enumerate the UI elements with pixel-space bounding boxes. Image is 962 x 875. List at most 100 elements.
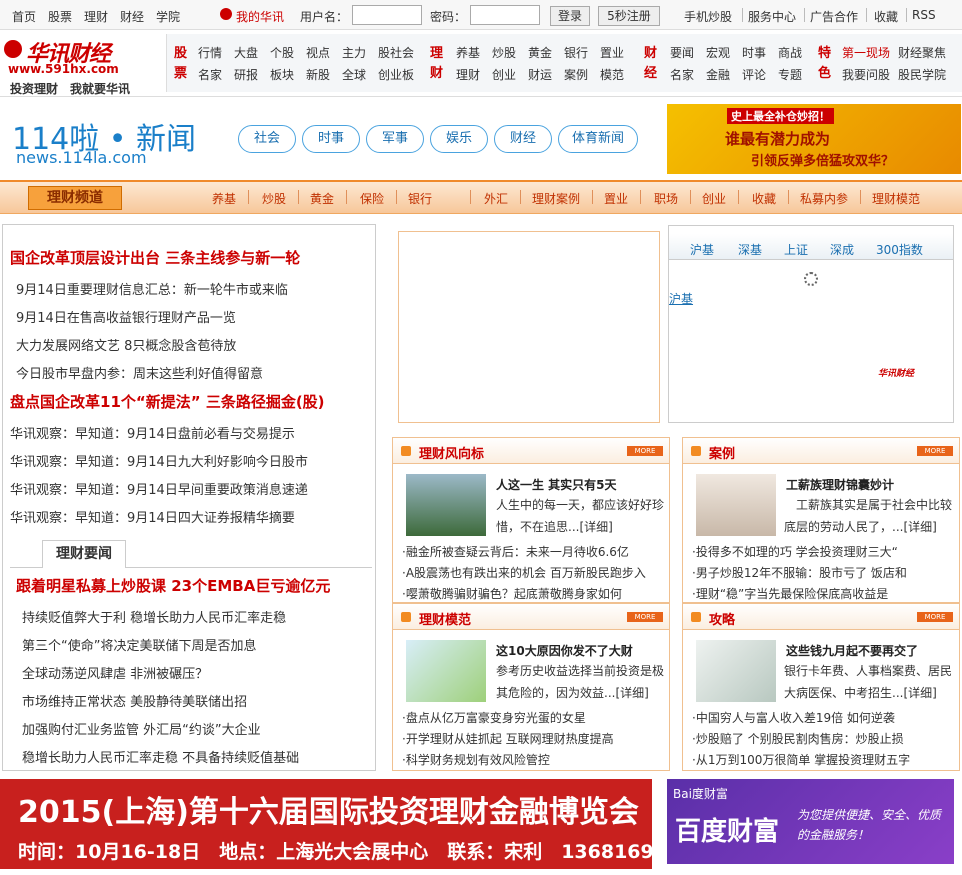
nav-item[interactable]: 商战 [778, 44, 802, 61]
nav-item[interactable]: 时事 [742, 44, 766, 61]
pill-military[interactable]: 军事 [366, 125, 424, 153]
nav-item[interactable]: 黄金 [528, 44, 552, 61]
channel-item[interactable]: 收藏 [752, 190, 776, 207]
top-link-economy[interactable]: 财经 [120, 8, 144, 25]
channel-item[interactable]: 养基 [212, 190, 236, 207]
register-button[interactable]: 5秒注册 [598, 6, 660, 26]
my-huaxun-link[interactable]: 我的华讯 [236, 8, 284, 25]
article-summary[interactable]: 工薪族其实是属于社会中比较底层的劳动人民了，...[详细] [784, 494, 958, 538]
top-link-mobile[interactable]: 手机炒股 [684, 8, 732, 25]
article-thumbnail[interactable] [406, 474, 486, 536]
section-title[interactable]: 理财模范 [419, 609, 471, 628]
nav-cat-economy[interactable]: 财经 [644, 44, 660, 84]
market-link[interactable]: 沪基 [669, 290, 693, 307]
nav-item[interactable]: 银行 [564, 44, 588, 61]
channel-item[interactable]: 创业 [702, 190, 726, 207]
expo-ad-banner[interactable]: 2015(上海)第十六届国际投资理财金融博览会 时间：10月16-18日 地点：… [0, 779, 707, 869]
channel-item[interactable]: 炒股 [262, 190, 286, 207]
top-link-ads[interactable]: 广告合作 [810, 8, 858, 25]
article-title[interactable]: 工薪族理财锦囊妙计 [786, 476, 894, 493]
nav-item[interactable]: 案例 [564, 66, 588, 83]
article-summary[interactable]: 参考历史收益选择当前投资是极其危险的，因为效益...[详细] [496, 660, 668, 704]
nav-item[interactable]: 评论 [742, 66, 766, 83]
username-input[interactable] [352, 5, 422, 25]
nav-item[interactable]: 名家 [670, 66, 694, 83]
article-thumbnail[interactable] [696, 640, 776, 702]
top-link-rss[interactable]: RSS [912, 8, 936, 22]
headline-link[interactable]: 跟着明星私募上炒股课 23个EMBA巨亏逾亿元 [16, 575, 330, 596]
nav-item[interactable]: 股社会 [378, 44, 414, 61]
channel-item[interactable]: 置业 [604, 190, 628, 207]
image-slider[interactable] [398, 231, 660, 423]
news-link[interactable]: 华讯观察：早知道：9月14日早间重要政策消息速递 [10, 479, 308, 498]
news-link[interactable]: 华讯观察：早知道：9月14日盘前必看与交易提示 [10, 423, 295, 442]
news-link[interactable]: 加强购付汇业务监管 外汇局“约谈”大企业 [22, 719, 261, 738]
nav-cat-finance[interactable]: 理财 [430, 44, 446, 84]
nav-item[interactable]: 第一现场 [842, 44, 890, 61]
channel-item[interactable]: 理财案例 [532, 190, 580, 207]
list-item[interactable]: ·中国穷人与富人收入差19倍 如何逆袭 [692, 709, 895, 726]
news-link[interactable]: 第三个“使命”将决定美联储下周是否加息 [22, 635, 256, 654]
login-button[interactable]: 登录 [550, 6, 590, 26]
nav-item[interactable]: 金融 [706, 66, 730, 83]
nav-item[interactable]: 财经聚焦 [898, 44, 946, 61]
news-link[interactable]: 大力发展网络文艺 8只概念股含苞待放 [16, 335, 236, 354]
nav-item[interactable]: 创业板 [378, 66, 414, 83]
more-button[interactable]: MORE [627, 612, 663, 622]
pill-society[interactable]: 社会 [238, 125, 296, 153]
article-thumbnail[interactable] [406, 640, 486, 702]
nav-item[interactable]: 新股 [306, 66, 330, 83]
nav-cat-stock[interactable]: 股票 [174, 44, 190, 84]
nav-item[interactable]: 视点 [306, 44, 330, 61]
top-link-academy[interactable]: 学院 [156, 8, 180, 25]
list-item[interactable]: ·开学理财从娃抓起 互联网理财热度提高 [402, 730, 614, 747]
list-item[interactable]: ·融金所被查疑云背后：未来一月待收6.6亿 [402, 543, 629, 560]
more-button[interactable]: MORE [627, 446, 663, 456]
top-ad-banner[interactable]: 史上最全补仓妙招！ 谁最有潜力成为 引领反弹多倍猛攻双华？ [667, 104, 961, 174]
nav-item[interactable]: 大盘 [234, 44, 258, 61]
market-tab[interactable]: 深基 [738, 241, 762, 258]
password-input[interactable] [470, 5, 540, 25]
article-title[interactable]: 这10大原因你发不了大财 [496, 642, 633, 659]
pill-economy[interactable]: 财经 [494, 125, 552, 153]
top-link-service[interactable]: 服务中心 [748, 8, 796, 25]
top-link-favorite[interactable]: 收藏 [874, 8, 898, 25]
list-item[interactable]: ·炒股赔了 个别股民割肉售房：炒股止损 [692, 730, 904, 747]
news-link[interactable]: 全球动荡逆风肆虐 非洲被碾压？ [22, 663, 208, 682]
nav-item[interactable]: 主力 [342, 44, 366, 61]
list-item[interactable]: ·盘点从亿万富豪变身穷光蛋的女星 [402, 709, 586, 726]
list-item[interactable]: ·从1万到100万很简单 掌握投资理财五字 [692, 751, 910, 768]
nav-cat-featured[interactable]: 特色 [818, 44, 834, 84]
nav-item[interactable]: 模范 [600, 66, 624, 83]
news-link[interactable]: 9月14日在售高收益银行理财产品一览 [16, 307, 236, 326]
top-link-stock[interactable]: 股票 [48, 8, 72, 25]
nav-item[interactable]: 研报 [234, 66, 258, 83]
nav-item[interactable]: 养基 [456, 44, 480, 61]
tab-finance-news[interactable]: 理财要闻 [42, 540, 126, 568]
news-link[interactable]: 华讯观察：早知道：9月14日九大利好影响今日股市 [10, 451, 308, 470]
nav-item[interactable]: 炒股 [492, 44, 516, 61]
pill-entertainment[interactable]: 娱乐 [430, 125, 488, 153]
nav-item[interactable]: 财运 [528, 66, 552, 83]
market-tab[interactable]: 深成 [830, 241, 854, 258]
more-button[interactable]: MORE [917, 446, 953, 456]
nav-item[interactable]: 要闻 [670, 44, 694, 61]
top-link-finance[interactable]: 理财 [84, 8, 108, 25]
nav-item[interactable]: 置业 [600, 44, 624, 61]
article-summary[interactable]: 人生中的每一天，都应该好好珍惜，不在追思...[详细] [496, 494, 668, 538]
list-item[interactable]: ·理财“稳”字当先最保险保底高收益是 [692, 585, 888, 602]
nav-item[interactable]: 个股 [270, 44, 294, 61]
market-tab[interactable]: 300指数 [876, 241, 923, 258]
headline-link[interactable]: 国企改革顶层设计出台 三条主线参与新一轮 [10, 247, 300, 268]
channel-title[interactable]: 理财频道 [28, 186, 122, 210]
nav-item[interactable]: 理财 [456, 66, 480, 83]
more-button[interactable]: MORE [917, 612, 953, 622]
article-thumbnail[interactable] [696, 474, 776, 536]
market-tab[interactable]: 上证 [784, 241, 808, 258]
section-title[interactable]: 理财风向标 [419, 443, 484, 462]
list-item[interactable]: ·投得多不如理的巧 学会投资理财三大“ [692, 543, 898, 560]
nav-item[interactable]: 专题 [778, 66, 802, 83]
channel-item[interactable]: 理财模范 [872, 190, 920, 207]
news-link[interactable]: 今日股市早盘内参：周末这些利好值得留意 [16, 363, 263, 382]
nav-item[interactable]: 板块 [270, 66, 294, 83]
